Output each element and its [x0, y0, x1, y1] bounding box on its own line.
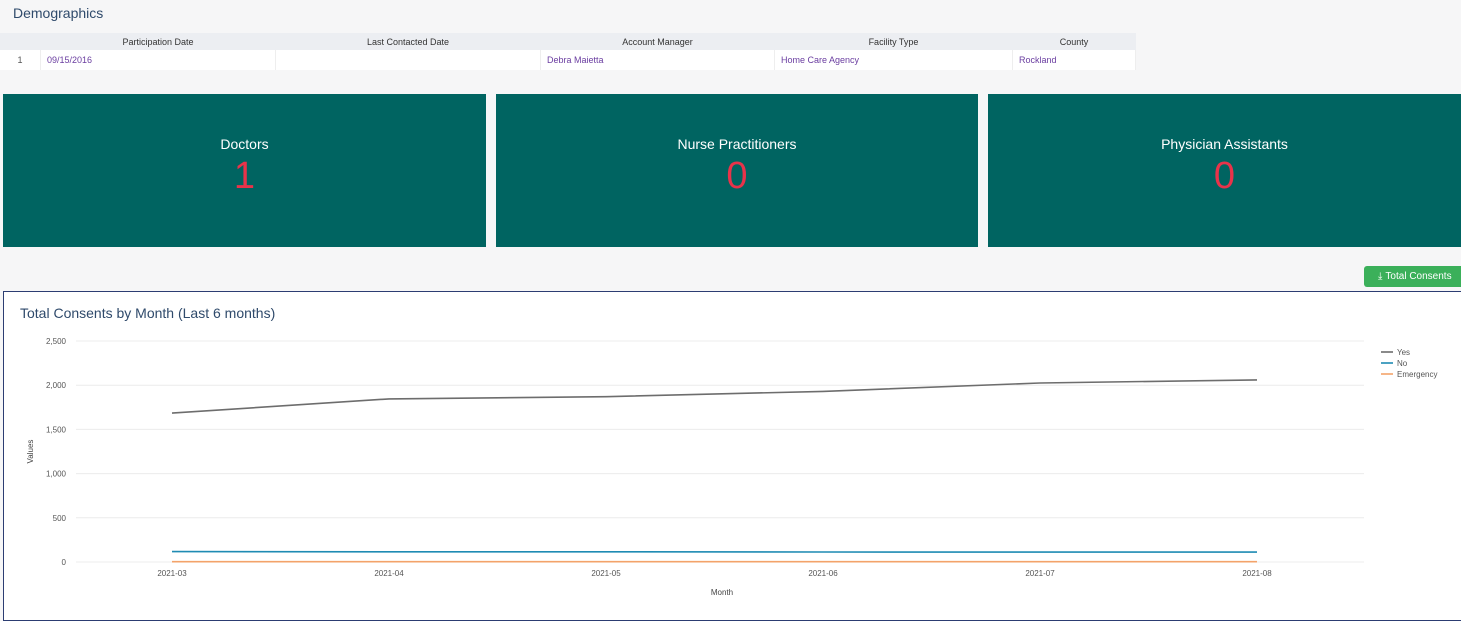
consents-line-chart: 0 500 1,000 1,500 2,000 2,500 2021-03 2021-04 20… [26, 337, 1437, 597]
column-header-last-contacted-date[interactable]: Last Contacted Date [275, 33, 541, 50]
x-tick-label: 2021-03 [157, 569, 187, 578]
y-tick-label: 1,000 [46, 470, 67, 479]
doctors-card-label: Doctors [220, 136, 269, 152]
nurse-practitioners-card: Nurse Practitioners 0 [496, 94, 978, 247]
account-manager-cell[interactable]: Debra Maietta [540, 50, 775, 70]
column-header-account-manager[interactable]: Account Manager [540, 33, 775, 50]
x-tick-label: 2021-06 [808, 569, 838, 578]
physician-assistants-card-value: 0 [1213, 155, 1236, 197]
participation-date-cell: 09/15/2016 [40, 50, 276, 70]
table-row: 1 09/15/2016 Debra Maietta Home Care Age… [0, 50, 1136, 70]
download-icon: ⤓ [1378, 271, 1383, 282]
demographics-title: Demographics [13, 5, 104, 21]
x-tick-label: 2021-04 [374, 569, 404, 578]
x-tick-label: 2021-08 [1242, 569, 1272, 578]
y-tick-label: 2,500 [46, 337, 67, 346]
x-tick-label: 2021-07 [1025, 569, 1055, 578]
physician-assistants-card-label: Physician Assistants [1161, 136, 1288, 152]
consents-chart-panel: Total Consents by Month (Last 6 months) … [3, 291, 1461, 621]
last-contacted-date-cell [275, 50, 541, 70]
y-tick-label: 500 [53, 514, 67, 523]
total-consents-button-label: Total Consents [1385, 271, 1452, 282]
index-column-header [0, 33, 41, 50]
y-tick-label: 2,000 [46, 381, 67, 390]
x-tick-label: 2021-05 [591, 569, 621, 578]
legend-label: Emergency [1397, 370, 1437, 379]
column-header-participation-date[interactable]: Participation Date [40, 33, 276, 50]
facility-type-cell[interactable]: Home Care Agency [774, 50, 1013, 70]
y-tick-label: 1,500 [46, 425, 67, 434]
doctors-card-value: 1 [233, 155, 256, 197]
x-axis-title: Month [711, 588, 733, 597]
series-line-no [171, 550, 1257, 553]
nurse-practitioners-card-label: Nurse Practitioners [677, 136, 797, 152]
column-header-county[interactable]: County [1012, 33, 1136, 50]
total-consents-export-button[interactable]: ⤓ Total Consents [1364, 266, 1461, 287]
legend-label: Yes [1397, 348, 1410, 357]
legend-label: No [1397, 359, 1408, 368]
y-axis-title: Values [26, 440, 35, 464]
physician-assistants-card: Physician Assistants 0 [988, 94, 1461, 247]
row-index: 1 [0, 50, 41, 70]
y-tick-label: 0 [62, 558, 67, 567]
nurse-practitioners-card-value: 0 [726, 155, 748, 197]
doctors-card: Doctors 1 [3, 94, 486, 247]
column-header-facility-type[interactable]: Facility Type [774, 33, 1013, 50]
county-cell[interactable]: Rockland [1012, 50, 1136, 70]
demographics-table: Participation Date Last Contacted Date A… [0, 33, 1136, 70]
table-header-row: Participation Date Last Contacted Date A… [0, 33, 1136, 50]
